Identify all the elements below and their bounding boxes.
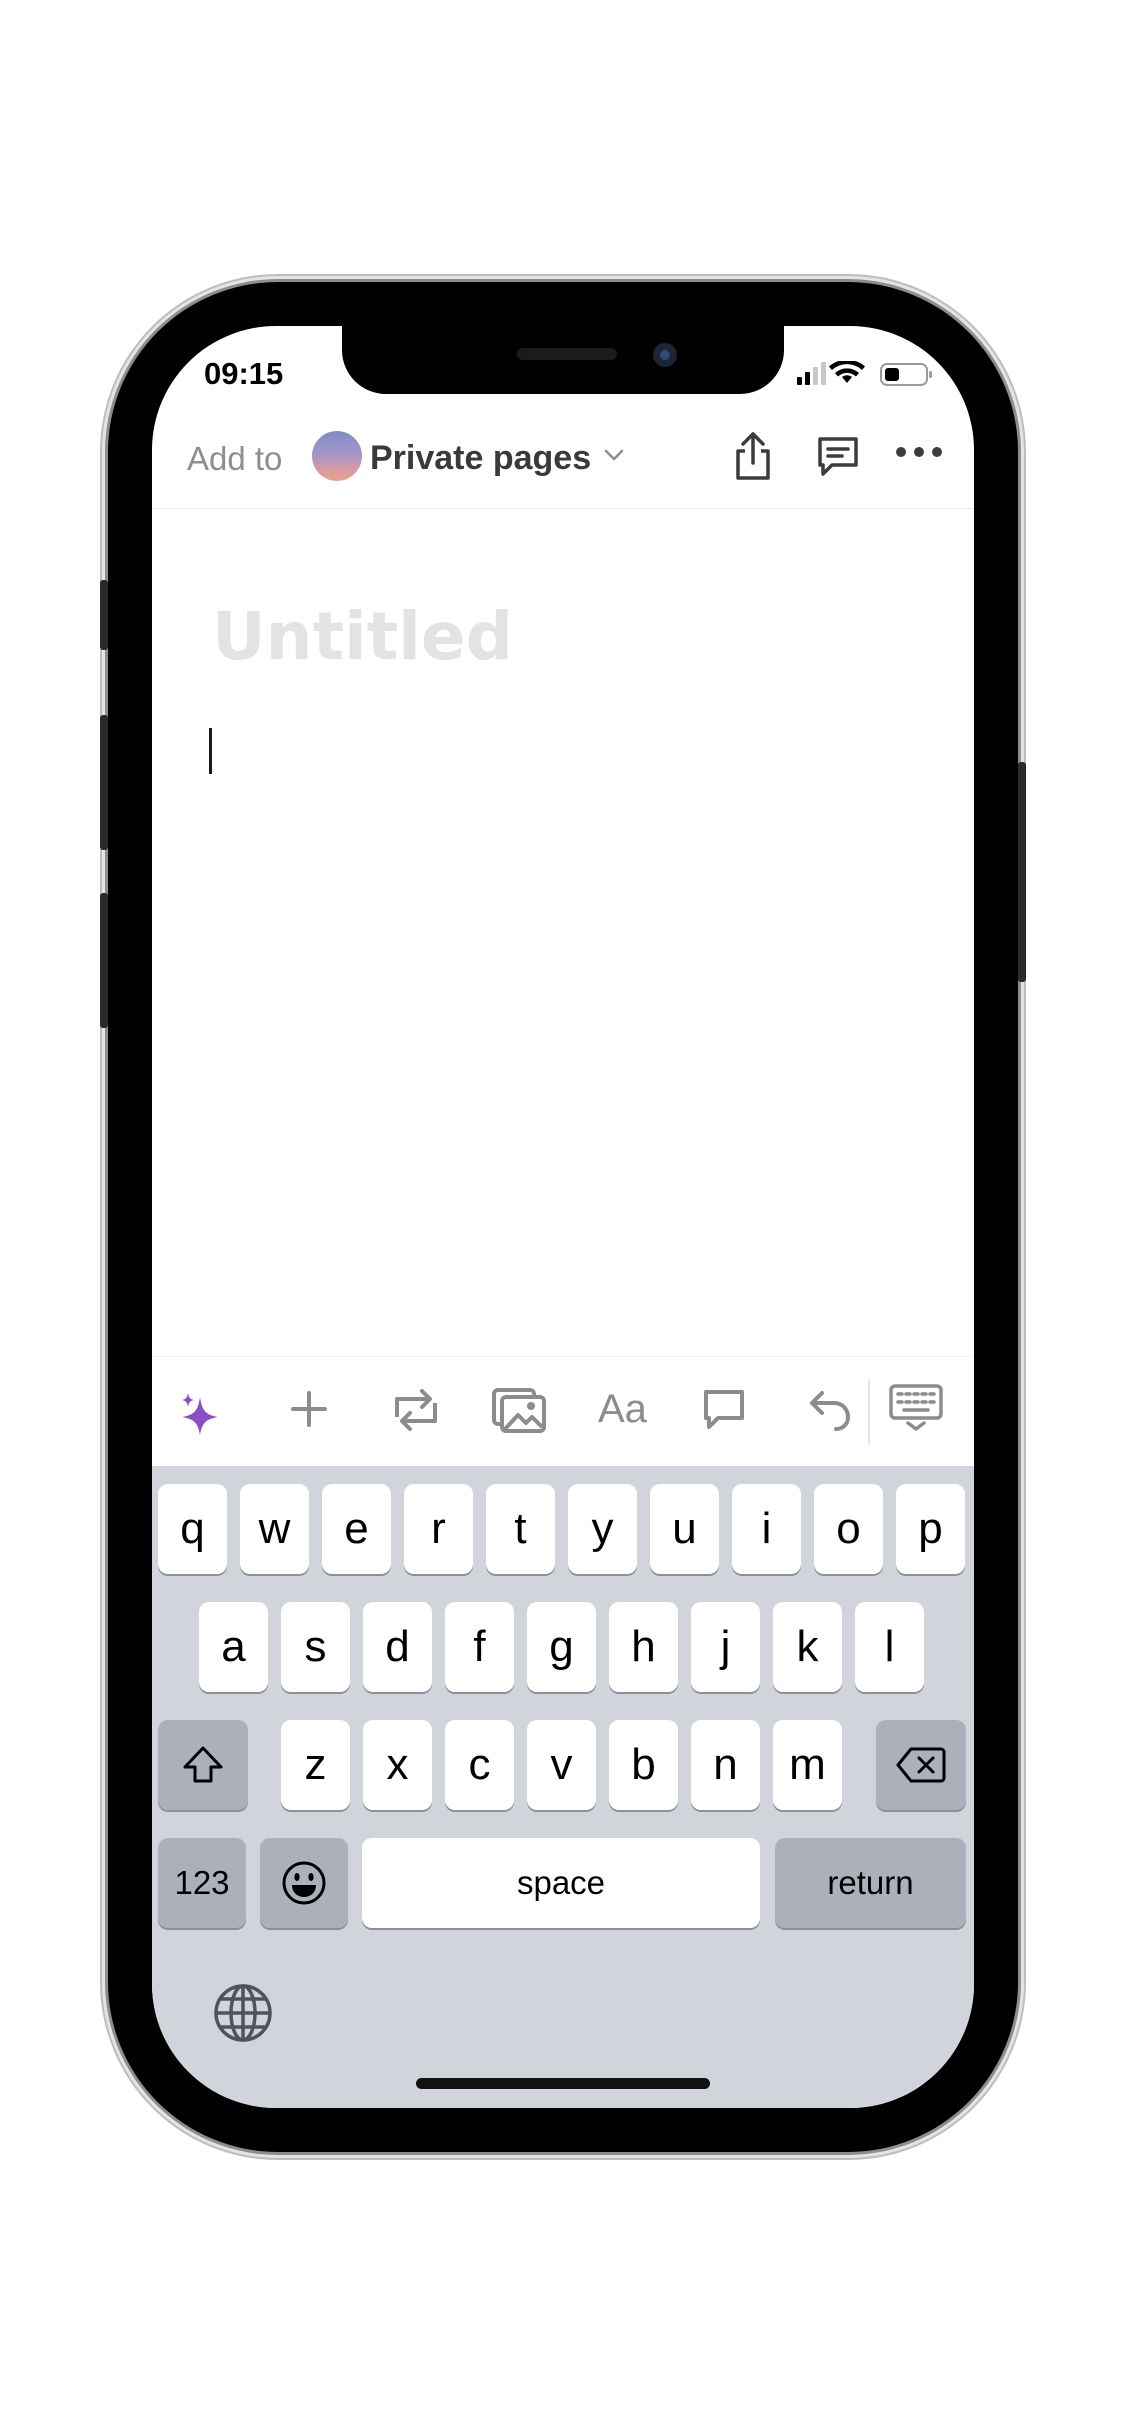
space-key[interactable]: space bbox=[362, 1838, 760, 1928]
key-j[interactable]: j bbox=[691, 1602, 760, 1692]
front-camera bbox=[653, 343, 677, 367]
toolbar-divider bbox=[868, 1379, 870, 1445]
text-style-icon[interactable]: Aa bbox=[598, 1387, 647, 1432]
chevron-down-icon[interactable] bbox=[604, 448, 624, 462]
workspace-selector[interactable]: Private pages bbox=[370, 439, 591, 478]
numbers-key[interactable]: 123 bbox=[158, 1838, 246, 1928]
home-indicator[interactable] bbox=[416, 2078, 710, 2089]
silent-switch bbox=[100, 580, 108, 650]
volume-down-button bbox=[100, 893, 108, 1028]
power-button bbox=[1018, 762, 1026, 982]
key-c[interactable]: c bbox=[445, 1720, 514, 1810]
key-q[interactable]: q bbox=[158, 1484, 227, 1574]
plus-icon[interactable] bbox=[289, 1389, 329, 1429]
shift-key[interactable] bbox=[158, 1720, 248, 1810]
key-p[interactable]: p bbox=[896, 1484, 965, 1574]
comment-icon[interactable] bbox=[814, 434, 862, 480]
add-to-label: Add to bbox=[187, 440, 283, 477]
emoji-icon bbox=[282, 1861, 326, 1905]
undo-icon[interactable] bbox=[808, 1387, 852, 1433]
wifi-icon bbox=[829, 359, 865, 383]
editor-toolbar: Aa bbox=[152, 1356, 974, 1467]
key-v[interactable]: v bbox=[527, 1720, 596, 1810]
hide-keyboard-icon[interactable] bbox=[888, 1383, 944, 1433]
key-h[interactable]: h bbox=[609, 1602, 678, 1692]
key-m[interactable]: m bbox=[773, 1720, 842, 1810]
keyboard: q w e r t y u i o p a s d f g h j k l z … bbox=[152, 1466, 974, 2108]
key-s[interactable]: s bbox=[281, 1602, 350, 1692]
cellular-signal-icon bbox=[797, 362, 826, 385]
key-f[interactable]: f bbox=[445, 1602, 514, 1692]
delete-key[interactable] bbox=[876, 1720, 966, 1810]
backspace-icon bbox=[896, 1747, 946, 1783]
workspace-avatar[interactable] bbox=[312, 431, 362, 481]
key-t[interactable]: t bbox=[486, 1484, 555, 1574]
text-cursor bbox=[209, 728, 212, 774]
phone-screen: 09:15 Add to Private pages Untitled Aa q… bbox=[152, 326, 974, 2108]
key-i[interactable]: i bbox=[732, 1484, 801, 1574]
turn-into-icon[interactable] bbox=[389, 1387, 443, 1433]
key-n[interactable]: n bbox=[691, 1720, 760, 1810]
key-e[interactable]: e bbox=[322, 1484, 391, 1574]
more-icon[interactable] bbox=[894, 444, 944, 460]
share-icon[interactable] bbox=[730, 430, 776, 482]
key-l[interactable]: l bbox=[855, 1602, 924, 1692]
key-x[interactable]: x bbox=[363, 1720, 432, 1810]
key-r[interactable]: r bbox=[404, 1484, 473, 1574]
key-a[interactable]: a bbox=[199, 1602, 268, 1692]
key-b[interactable]: b bbox=[609, 1720, 678, 1810]
status-icons bbox=[797, 359, 947, 386]
notch bbox=[342, 326, 784, 394]
earpiece-speaker bbox=[517, 348, 617, 360]
page-title-input[interactable]: Untitled bbox=[212, 598, 513, 675]
key-y[interactable]: y bbox=[568, 1484, 637, 1574]
key-g[interactable]: g bbox=[527, 1602, 596, 1692]
shift-icon bbox=[183, 1746, 223, 1783]
globe-icon[interactable] bbox=[212, 1982, 274, 2044]
key-d[interactable]: d bbox=[363, 1602, 432, 1692]
key-z[interactable]: z bbox=[281, 1720, 350, 1810]
emoji-key[interactable] bbox=[260, 1838, 348, 1928]
battery-icon bbox=[880, 363, 932, 386]
key-o[interactable]: o bbox=[814, 1484, 883, 1574]
image-icon[interactable] bbox=[490, 1385, 548, 1435]
key-k[interactable]: k bbox=[773, 1602, 842, 1692]
status-icons-svg bbox=[797, 359, 932, 386]
key-u[interactable]: u bbox=[650, 1484, 719, 1574]
return-key[interactable]: return bbox=[775, 1838, 966, 1928]
volume-up-button bbox=[100, 715, 108, 850]
comment-icon[interactable] bbox=[700, 1387, 748, 1433]
page-navbar: Add to Private pages bbox=[152, 408, 974, 509]
status-time: 09:15 bbox=[204, 356, 284, 391]
key-w[interactable]: w bbox=[240, 1484, 309, 1574]
ai-sparkle-icon[interactable] bbox=[180, 1391, 222, 1437]
